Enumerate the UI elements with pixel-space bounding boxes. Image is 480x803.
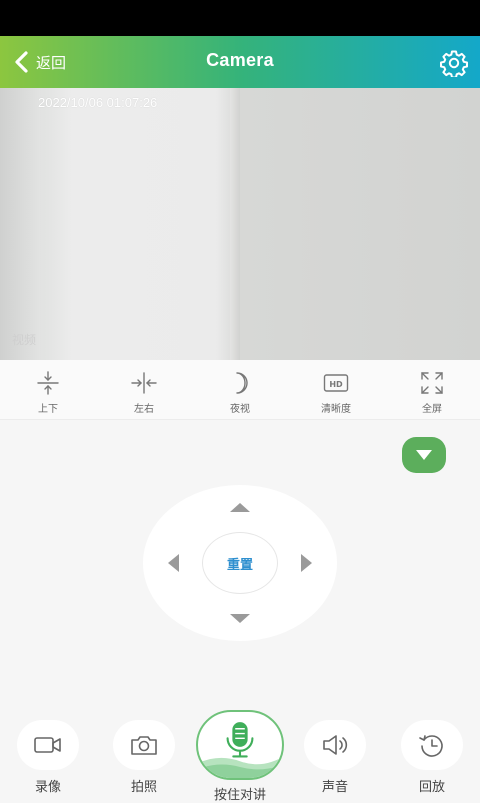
video-timestamp: 2022/10/06 01:07:26 (38, 95, 158, 110)
arrow-up-icon (230, 503, 250, 512)
tool-label-fullscreen: 全屏 (422, 404, 442, 415)
playback-button[interactable]: 回放 (400, 720, 464, 795)
tool-label-resolution: 清晰度 (321, 404, 351, 415)
ptz-left-button[interactable] (162, 550, 184, 576)
nav-bar: 返回 Camera (0, 36, 480, 88)
flip-horizontal-button[interactable]: 左右 (96, 360, 192, 419)
snapshot-label: 拍照 (130, 780, 157, 795)
record-label: 录像 (34, 780, 61, 795)
resolution-button[interactable]: HD 清晰度 (288, 360, 384, 419)
status-bar (0, 0, 480, 36)
ptz-reset-label: 重置 (226, 557, 253, 573)
sound-label: 声音 (321, 780, 348, 795)
flip-horizontal-icon (131, 372, 157, 394)
settings-button[interactable] (440, 49, 468, 79)
ptz-down-button[interactable] (226, 608, 254, 628)
push-to-talk-button[interactable]: 按住对讲 (196, 710, 284, 803)
snapshot-button[interactable]: 拍照 (112, 720, 176, 795)
speaker-icon (323, 735, 348, 755)
record-button[interactable]: 录像 (16, 720, 80, 795)
microphone-icon (198, 722, 282, 778)
tool-label-night-vision: 夜视 (230, 404, 250, 415)
control-toolbar: 上下 左右 夜视 HD 清晰度 全屏 (0, 360, 480, 420)
tool-label-flip-horizontal: 左右 (134, 404, 154, 415)
night-vision-button[interactable]: 夜视 (192, 360, 288, 419)
playback-label: 回放 (418, 780, 445, 795)
fullscreen-button[interactable]: 全屏 (384, 360, 480, 419)
video-view[interactable]: 2022/10/06 01:07:26 视频 (0, 88, 480, 360)
hd-icon: HD (323, 374, 349, 392)
chevron-down-icon (416, 450, 432, 460)
arrow-right-icon (301, 554, 312, 572)
collapse-button[interactable] (402, 437, 446, 473)
svg-text:HD: HD (329, 380, 343, 389)
history-clock-icon (419, 735, 443, 757)
ptz-right-button[interactable] (296, 550, 318, 576)
page-title: Camera (206, 50, 274, 70)
ptz-reset-button[interactable]: 重置 (202, 532, 278, 594)
camera-icon (131, 736, 157, 755)
push-to-talk-label: 按住对讲 (213, 788, 266, 803)
flip-vertical-button[interactable]: 上下 (0, 360, 96, 419)
arrow-left-icon (168, 554, 179, 572)
fullscreen-icon (421, 372, 443, 394)
ptz-up-button[interactable] (226, 498, 254, 518)
moon-icon (236, 372, 248, 394)
gear-icon (440, 50, 468, 79)
flip-vertical-icon (37, 371, 59, 395)
sound-button[interactable]: 声音 (303, 720, 367, 795)
arrow-down-icon (230, 614, 250, 623)
video-camera-icon (34, 737, 61, 753)
tool-label-flip-vertical: 上下 (38, 404, 58, 415)
video-watermark: 视频 (12, 333, 37, 347)
